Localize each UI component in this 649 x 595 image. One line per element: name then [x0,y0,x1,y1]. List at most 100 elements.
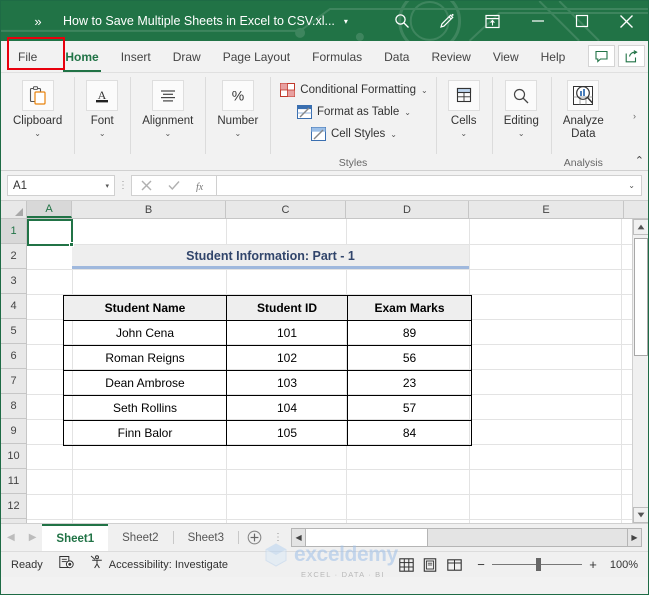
fill-handle[interactable] [69,242,74,247]
student-information-table[interactable]: Student Name Student ID Exam Marks John … [63,295,472,446]
page-layout-view-icon[interactable] [418,555,442,575]
conditional-formatting-caret-icon[interactable]: ⌄ [421,86,428,95]
row-header-1[interactable]: 1 [1,219,26,244]
tab-page-layout[interactable]: Page Layout [212,41,301,72]
horizontal-scroll-track[interactable] [428,529,627,546]
row-header-8[interactable]: 8 [1,394,26,419]
scroll-up-arrow-icon[interactable] [633,219,648,235]
tab-review[interactable]: Review [420,41,481,72]
maximize-icon[interactable] [560,1,604,41]
number-caret-icon[interactable]: ⌄ [234,129,241,138]
pen-icon[interactable] [424,1,468,41]
cell-exam-marks[interactable]: 89 [347,320,472,346]
scroll-down-arrow-icon[interactable] [633,507,648,523]
row-header-10[interactable]: 10 [1,444,26,469]
row-header-6[interactable]: 6 [1,344,26,369]
row-header-4[interactable]: 4 [1,294,26,319]
font-caret-icon[interactable]: ⌄ [99,129,106,138]
column-header-c[interactable]: C [226,201,346,218]
cell-styles-button[interactable]: Cell Styles ⌄ [310,123,397,145]
vertical-scroll-thumb[interactable] [634,238,648,356]
zoom-out-button[interactable]: − [476,557,486,572]
tab-draw[interactable]: Draw [162,41,212,72]
add-sheet-plus-icon[interactable] [239,524,269,551]
formula-bar-drag-handle[interactable]: ⋮ [115,180,131,191]
cell-exam-marks[interactable]: 57 [347,395,472,421]
collapse-ribbon-icon[interactable]: ⌃ [635,154,644,167]
ribbon-group-cells[interactable]: Cells ⌄ [435,73,492,170]
analyze-data-button[interactable]: Analyze Data [551,78,616,141]
cell-student-id[interactable]: 102 [226,345,348,371]
tab-view[interactable]: View [482,41,530,72]
ribbon-group-analysis[interactable]: Analyze Data Analysis [550,73,616,170]
editing-caret-icon[interactable]: ⌄ [518,129,525,138]
normal-view-icon[interactable] [394,555,418,575]
cell-student-name[interactable]: Finn Balor [63,420,227,446]
zoom-slider-thumb[interactable] [536,558,541,571]
zoom-in-button[interactable]: + [588,557,598,572]
table-row[interactable]: Seth Rollins 104 57 [63,395,472,421]
page-break-preview-icon[interactable] [442,555,466,575]
sheet-tab-sheet3[interactable]: Sheet3 [174,524,238,551]
confirm-check-icon[interactable] [160,176,188,195]
horizontal-scrollbar[interactable]: ◀ ▶ [291,528,642,547]
cell-student-name[interactable]: Dean Ambrose [63,370,227,396]
ribbon-group-clipboard[interactable]: Clipboard ⌄ [1,73,74,170]
row-header-9[interactable]: 9 [1,419,26,444]
sheet-tab-sheet1[interactable]: Sheet1 [42,524,109,551]
table-row[interactable]: Dean Ambrose 103 23 [63,370,472,396]
fx-icon[interactable]: fx [188,176,216,195]
ribbon-group-editing[interactable]: Editing ⌄ [491,73,551,170]
table-row[interactable]: Roman Reigns 102 56 [63,345,472,371]
zoom-control[interactable]: − + 100% [476,557,638,572]
cell-student-id[interactable]: 104 [226,395,348,421]
cell-student-name[interactable]: Seth Rollins [63,395,227,421]
active-cell-a1[interactable] [27,219,73,246]
ribbon-display-options-icon[interactable] [468,1,516,41]
cell-area[interactable]: Student Information: Part - 1 Student Na… [27,219,648,523]
horizontal-scroll-thumb[interactable] [306,529,429,546]
zoom-level-label[interactable]: 100% [604,559,638,571]
hscroll-right-arrow-icon[interactable]: ▶ [627,529,641,546]
cells-caret-icon[interactable]: ⌄ [460,129,467,138]
alignment-caret-icon[interactable]: ⌄ [164,129,171,138]
column-header-e[interactable]: E [469,201,624,218]
column-header-d[interactable]: D [346,201,469,218]
format-as-table-button[interactable]: Format as Table ⌄ [297,101,411,123]
ribbon-group-styles[interactable]: Conditional Formatting ⌄ Format as Table… [270,73,435,170]
accessibility-status[interactable]: Accessibility: Investigate [90,555,228,574]
tab-home[interactable]: Home [54,41,109,72]
tab-data[interactable]: Data [373,41,420,72]
share-icon[interactable] [618,45,645,67]
tab-file[interactable]: File [1,41,54,72]
cell-styles-caret-icon[interactable]: ⌄ [390,130,397,139]
cell-student-id[interactable]: 101 [226,320,348,346]
cell-student-name[interactable]: John Cena [63,320,227,346]
row-header-2[interactable]: 2 [1,244,26,269]
cell-exam-marks[interactable]: 56 [347,345,472,371]
row-header-3[interactable]: 3 [1,269,26,294]
document-title-dropdown-icon[interactable]: ▾ [344,17,348,26]
cell-exam-marks[interactable]: 23 [347,370,472,396]
number-button[interactable]: % Number ⌄ [205,78,270,138]
hscroll-left-arrow-icon[interactable]: ◀ [292,529,307,546]
cell-student-id[interactable]: 103 [226,370,348,396]
cell-exam-marks[interactable]: 84 [347,420,472,446]
record-macro-icon[interactable] [59,555,74,574]
column-header-a[interactable]: A [27,201,72,218]
clipboard-caret-icon[interactable]: ⌄ [34,129,41,138]
row-header-12[interactable]: 12 [1,494,26,519]
tab-help[interactable]: Help [530,41,577,72]
quick-access-chevron[interactable]: » [21,6,55,36]
prev-sheet-arrow-icon[interactable]: ◀ [7,532,15,543]
font-button[interactable]: A Font ⌄ [74,78,130,138]
table-row[interactable]: Finn Balor 105 84 [63,420,472,446]
ribbon-group-alignment[interactable]: Alignment ⌄ [130,73,205,170]
sheet-tab-overflow-icon[interactable]: ⋮ [269,524,287,551]
format-as-table-caret-icon[interactable]: ⌄ [404,108,411,117]
comment-icon[interactable] [588,45,615,67]
zoom-slider-track[interactable] [492,558,582,571]
formula-bar-expand-icon[interactable]: ⌄ [628,181,635,190]
cell-student-id[interactable]: 105 [226,420,348,446]
cancel-x-icon[interactable] [132,176,160,195]
